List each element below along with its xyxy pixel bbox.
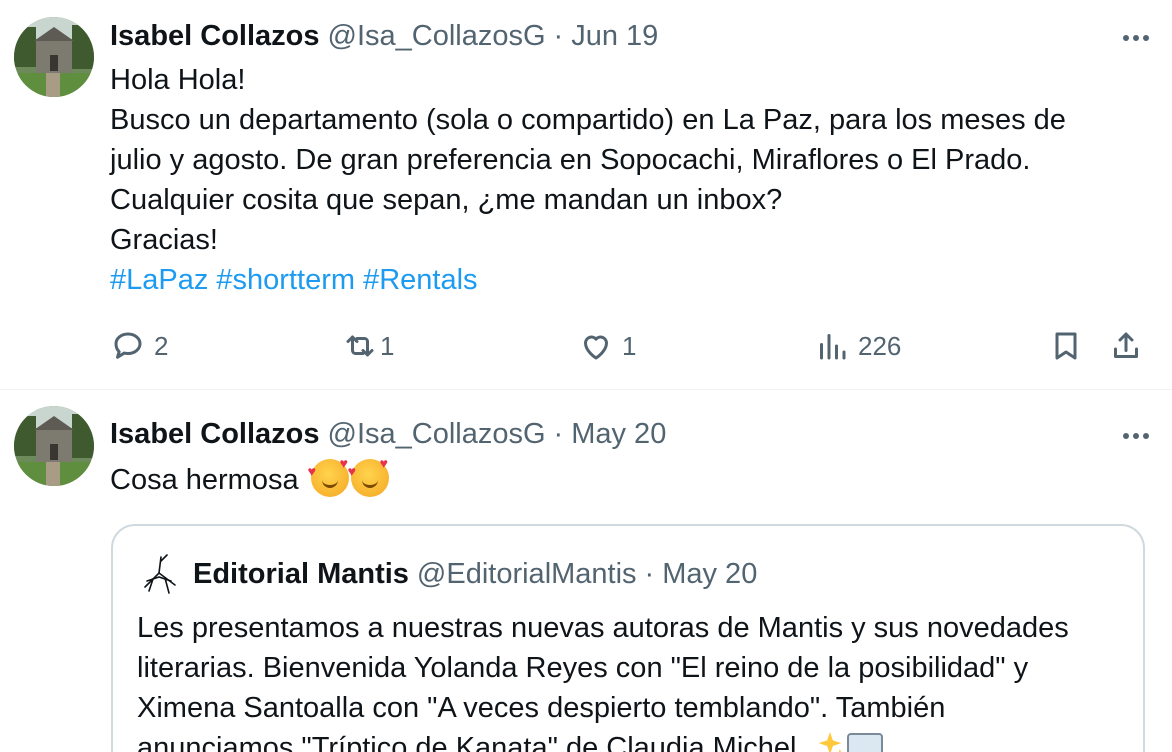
tweet-header: Isabel Collazos @Isa_CollazosG · May 20 — [110, 414, 666, 454]
heart-icon: ♥ — [307, 463, 316, 479]
separator: · — [553, 417, 564, 450]
quoted-author-name[interactable]: Editorial Mantis — [193, 558, 409, 591]
smiling-face-with-hearts-icon: ♥ ♥ — [307, 456, 349, 497]
repost-icon — [346, 335, 374, 357]
views-count: 226 — [858, 330, 902, 361]
quoted-tweet[interactable]: Editorial Mantis @EditorialMantis · May … — [111, 524, 1145, 752]
hashtag-link[interactable]: #shortterm — [216, 264, 355, 296]
tweet[interactable]: Isabel Collazos @Isa_CollazosG · May 20 … — [0, 391, 1172, 752]
bookmark-button[interactable] — [1048, 322, 1084, 370]
like-count: 1 — [622, 330, 637, 361]
quoted-author-handle[interactable]: @EditorialMantis — [417, 558, 637, 591]
smiling-face-with-hearts-icon: ♥ ♥ — [347, 455, 389, 497]
tweet-text-line: julio y agosto. De gran preferencia en S… — [110, 144, 1031, 176]
more-dot-icon — [1143, 35, 1149, 41]
repost-button[interactable]: 1 — [342, 322, 394, 370]
tweet-text-content: Cosa hermosa — [110, 464, 299, 496]
heart-icon: ♥ — [347, 463, 356, 479]
reply-count: 2 — [154, 330, 169, 361]
tweet-text-line: Cosa hermosa ♥ ♥ ♥ ♥ — [110, 455, 1140, 500]
more-dot-icon — [1133, 35, 1139, 41]
tweet-header: Isabel Collazos @Isa_CollazosG · Jun 19 — [110, 16, 658, 56]
tweet[interactable]: Isabel Collazos @Isa_CollazosG · Jun 19 … — [0, 0, 1172, 390]
avatar[interactable] — [14, 406, 94, 486]
quoted-text-line: Les presentamos a nuestras nuevas autora… — [137, 612, 1069, 644]
views-button[interactable]: 226 — [814, 322, 901, 370]
quoted-text-line: Ximena Santoalla con "A veces despierto … — [137, 692, 946, 724]
more-options-button[interactable] — [1118, 20, 1154, 56]
share-icon — [1114, 332, 1138, 358]
sparkles-icon — [818, 731, 841, 752]
avatar-image — [14, 17, 94, 97]
repost-count: 1 — [380, 330, 395, 361]
tweet-text-line: Gracias! — [110, 224, 218, 256]
hashtag-link[interactable]: #LaPaz — [110, 264, 208, 296]
views-icon — [820, 334, 846, 360]
quoted-text-line: anunciamos "Tríptico de Kanata" de Claud… — [137, 728, 1127, 752]
hashtags: #LaPaz #shortterm #Rentals — [110, 260, 1140, 300]
tweet-text-line: Busco un departamento (sola o compartido… — [110, 104, 1066, 136]
tweet-date[interactable]: May 20 — [571, 418, 666, 451]
quoted-tweet-header: Editorial Mantis @EditorialMantis · May … — [137, 554, 757, 594]
more-dot-icon — [1123, 35, 1129, 41]
more-dot-icon — [1133, 433, 1139, 439]
quoted-text-line: literarias. Bienvenida Yolanda Reyes con… — [137, 652, 1029, 684]
avatar-image — [14, 406, 94, 486]
quoted-tweet-date[interactable]: May 20 — [662, 558, 757, 591]
author-handle[interactable]: @Isa_CollazosG — [328, 418, 546, 451]
separator: · — [644, 557, 655, 590]
bookmark-icon — [1055, 332, 1077, 360]
like-button[interactable]: 1 — [578, 322, 636, 370]
author-handle[interactable]: @Isa_CollazosG — [328, 20, 546, 53]
more-dot-icon — [1123, 433, 1129, 439]
tweet-text-line: Hola Hola! — [110, 64, 246, 96]
editorial-mantis-logo-icon — [144, 554, 176, 594]
heart-icon — [584, 335, 608, 360]
tweet-text-line: Cualquier cosita que sepan, ¿me mandan u… — [110, 184, 783, 216]
author-name[interactable]: Isabel Collazos — [110, 20, 320, 53]
book-icon — [846, 733, 883, 752]
tweet-text: Cosa hermosa ♥ ♥ ♥ ♥ — [110, 455, 1140, 500]
share-button[interactable] — [1108, 322, 1144, 370]
more-dot-icon — [1143, 433, 1149, 439]
quoted-tweet-text: Les presentamos a nuestras nuevas autora… — [137, 608, 1127, 752]
author-name[interactable]: Isabel Collazos — [110, 418, 320, 451]
quoted-text-content: anunciamos "Tríptico de Kanata" de Claud… — [137, 732, 805, 752]
more-options-button[interactable] — [1118, 418, 1154, 454]
hashtag-link[interactable]: #Rentals — [363, 264, 477, 296]
tweet-date[interactable]: Jun 19 — [571, 20, 658, 53]
tweet-actions: 2 1 1 226 — [110, 322, 1150, 370]
heart-icon: ♥ — [379, 455, 388, 471]
separator: · — [553, 19, 564, 52]
tweet-text: Hola Hola! Busco un departamento (sola o… — [110, 60, 1140, 300]
reply-icon — [114, 332, 142, 359]
reply-button[interactable]: 2 — [110, 322, 168, 370]
avatar[interactable] — [14, 17, 94, 97]
